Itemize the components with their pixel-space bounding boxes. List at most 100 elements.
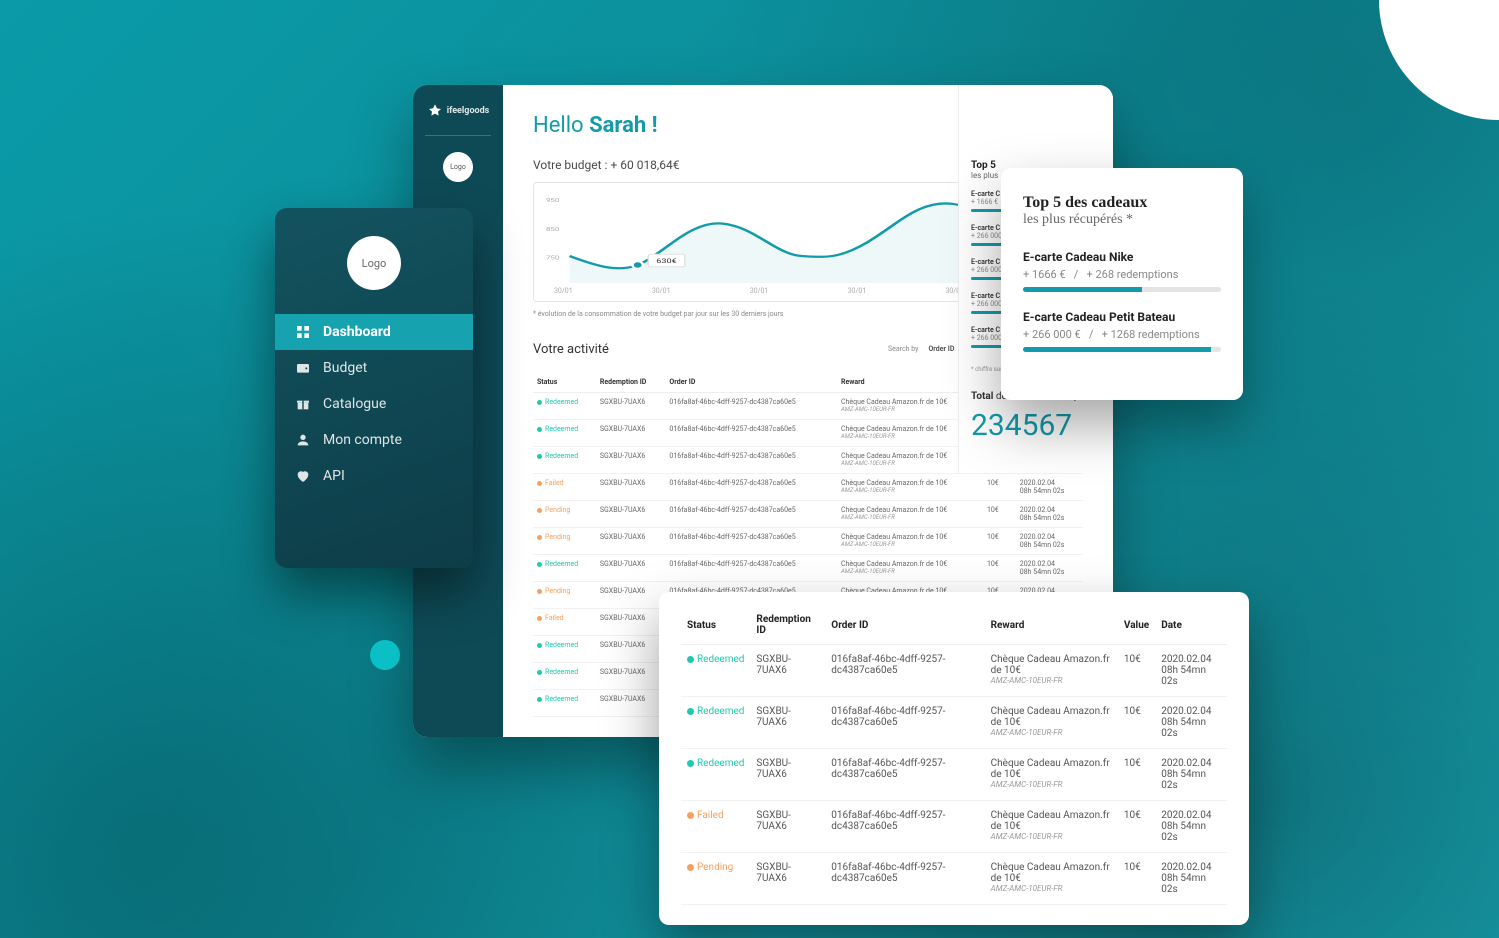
table-header: Redemption ID [750,606,825,645]
table-row[interactable]: RedeemedSGXBU-7UAX6016fa8af-46bc-4dff-92… [681,697,1227,749]
cell-reward: Chèque Cadeau Amazon.fr de 10€AMZ-AMC-10… [985,749,1118,801]
status-pill: Redeemed [537,668,578,676]
activity-title: Votre activité [533,342,609,357]
x-tick: 30/01 [750,287,769,295]
brand-text: ifeelgoods [447,106,490,116]
nav-budget[interactable]: Budget [275,350,473,386]
status-pill: Redeemed [687,758,744,769]
top5-subtitle: les plus récupérés * [1023,212,1221,228]
cell-rid: SGXBU-7UAX6 [596,690,666,717]
y-tick: 950 [546,197,559,203]
nav-catalogue[interactable]: Catalogue [275,386,473,422]
status-pill: Pending [687,862,733,873]
table-row[interactable]: PendingSGXBU-7UAX6016fa8af-46bc-4dff-925… [533,501,1083,528]
cell-rid: SGXBU-7UAX6 [596,663,666,690]
status-dot-icon [687,760,694,767]
cell-rid: SGXBU-7UAX6 [750,853,825,905]
cell-rid: SGXBU-7UAX6 [596,420,666,447]
table-row[interactable]: RedeemedSGXBU-7UAX6016fa8af-46bc-4dff-92… [533,555,1083,582]
gift-bar-fill [1023,287,1142,292]
status-dot-icon [537,697,542,702]
status-pill: Failed [687,810,724,821]
cell-value: 10€ [983,528,1016,555]
table-row[interactable]: FailedSGXBU-7UAX6016fa8af-46bc-4dff-9257… [533,474,1083,501]
cell-oid: 016fa8af-46bc-4dff-9257-dc4387ca60e5 [665,501,837,528]
grid-icon [295,324,311,340]
cell-rid: SGXBU-7UAX6 [750,645,825,697]
cell-date: 2020.02.0408h 54mn 02s [1016,528,1083,555]
table-header: Redemption ID [596,372,666,393]
table-row[interactable]: FailedSGXBU-7UAX6016fa8af-46bc-4dff-9257… [681,801,1227,853]
cell-rid: SGXBU-7UAX6 [750,697,825,749]
cell-reward: Chèque Cadeau Amazon.fr de 10€AMZ-AMC-10… [985,697,1118,749]
status-dot-icon [687,812,694,819]
status-dot-icon [687,708,694,715]
cell-date: 2020.02.0408h 54mn 02s [1016,474,1083,501]
gift-item: E-carte Cadeau Petit Bateau+ 266 000 € /… [1023,310,1221,352]
cell-reward: Chèque Cadeau Amazon.fr de 10€AMZ-AMC-10… [985,853,1118,905]
greeting-name: Sarah ! [589,113,658,138]
x-tick: 30/01 [652,287,671,295]
status-dot-icon [537,562,542,567]
y-tick: 850 [546,226,559,232]
sidebar-card: Logo Dashboard Budget Catalogue Mon comp… [275,208,473,568]
table-header: Status [681,606,750,645]
cell-oid: 016fa8af-46bc-4dff-9257-dc4387ca60e5 [665,447,837,474]
nav-api[interactable]: API [275,458,473,494]
cell-value: 10€ [983,555,1016,582]
table-header: Date [1155,606,1227,645]
status-dot-icon [537,427,542,432]
status-pill: Redeemed [687,654,744,665]
x-tick: 30/01 [554,287,573,295]
nav-dashboard[interactable]: Dashboard [275,314,473,350]
search-by-value: Order ID [928,345,954,353]
cell-reward: Chèque Cadeau Amazon.fr de 10€AMZ-AMC-10… [837,474,983,501]
cell-value: 10€ [1118,853,1155,905]
cell-date: 2020.02.0408h 54mn 02s [1155,749,1227,801]
cell-oid: 016fa8af-46bc-4dff-9257-dc4387ca60e5 [665,528,837,555]
cell-oid: 016fa8af-46bc-4dff-9257-dc4387ca60e5 [825,853,984,905]
cell-rid: SGXBU-7UAX6 [596,555,666,582]
table-header: Status [533,372,596,393]
status-pill: Pending [537,533,570,541]
table-row[interactable]: PendingSGXBU-7UAX6016fa8af-46bc-4dff-925… [533,528,1083,555]
cell-rid: SGXBU-7UAX6 [596,393,666,420]
table-header: Order ID [665,372,837,393]
cell-rid: SGXBU-7UAX6 [596,501,666,528]
heart-icon [295,468,311,484]
gift-item: E-carte Cadeau Nike+ 1666 € / + 268 rede… [1023,250,1221,292]
cell-rid: SGXBU-7UAX6 [596,636,666,663]
search-by-label: Search by [888,345,918,353]
status-dot-icon [537,400,542,405]
cell-value: 10€ [1118,749,1155,801]
table-row[interactable]: Pending SGXBU-7UAX6016fa8af-46bc-4dff-925… [681,853,1227,905]
nav-account[interactable]: Mon compte [275,422,473,458]
table-row[interactable]: RedeemedSGXBU-7UAX6016fa8af-46bc-4dff-92… [681,749,1227,801]
status-dot-icon [537,508,542,513]
cell-reward: Chèque Cadeau Amazon.fr de 10€AMZ-AMC-10… [837,501,983,528]
nav-label: Dashboard [323,324,391,340]
table-row[interactable]: RedeemedSGXBU-7UAX6016fa8af-46bc-4dff-92… [681,645,1227,697]
cell-date: 2020.02.0408h 54mn 02s [1016,555,1083,582]
cell-reward: Chèque Cadeau Amazon.fr de 10€AMZ-AMC-10… [837,555,983,582]
table-header: Reward [985,606,1118,645]
status-dot-icon [687,656,694,663]
nav-label: Budget [323,360,367,376]
greeting-prefix: Hello [533,113,589,138]
cell-rid: SGXBU-7UAX6 [750,801,825,853]
nav-label: API [323,468,345,484]
gift-name: E-carte Cadeau Petit Bateau [1023,310,1221,324]
gift-stats: + 1666 € / + 268 redemptions [1023,268,1221,281]
cell-reward: Chèque Cadeau Amazon.fr de 10€AMZ-AMC-10… [837,528,983,555]
activity-table-card: StatusRedemption IDOrder IDRewardValueDa… [659,592,1249,925]
status-dot-icon [537,670,542,675]
brand-logo: ifeelgoods [427,103,490,119]
status-pill: Redeemed [537,560,578,568]
x-tick: 30/01 [848,287,867,295]
status-dot-icon [537,535,542,540]
status-pill: Redeemed [687,706,744,717]
wallet-icon [295,360,311,376]
cell-rid: SGXBU-7UAX6 [596,447,666,474]
cell-reward: Chèque Cadeau Amazon.fr de 10€AMZ-AMC-10… [985,645,1118,697]
decorative-dot [370,640,400,670]
